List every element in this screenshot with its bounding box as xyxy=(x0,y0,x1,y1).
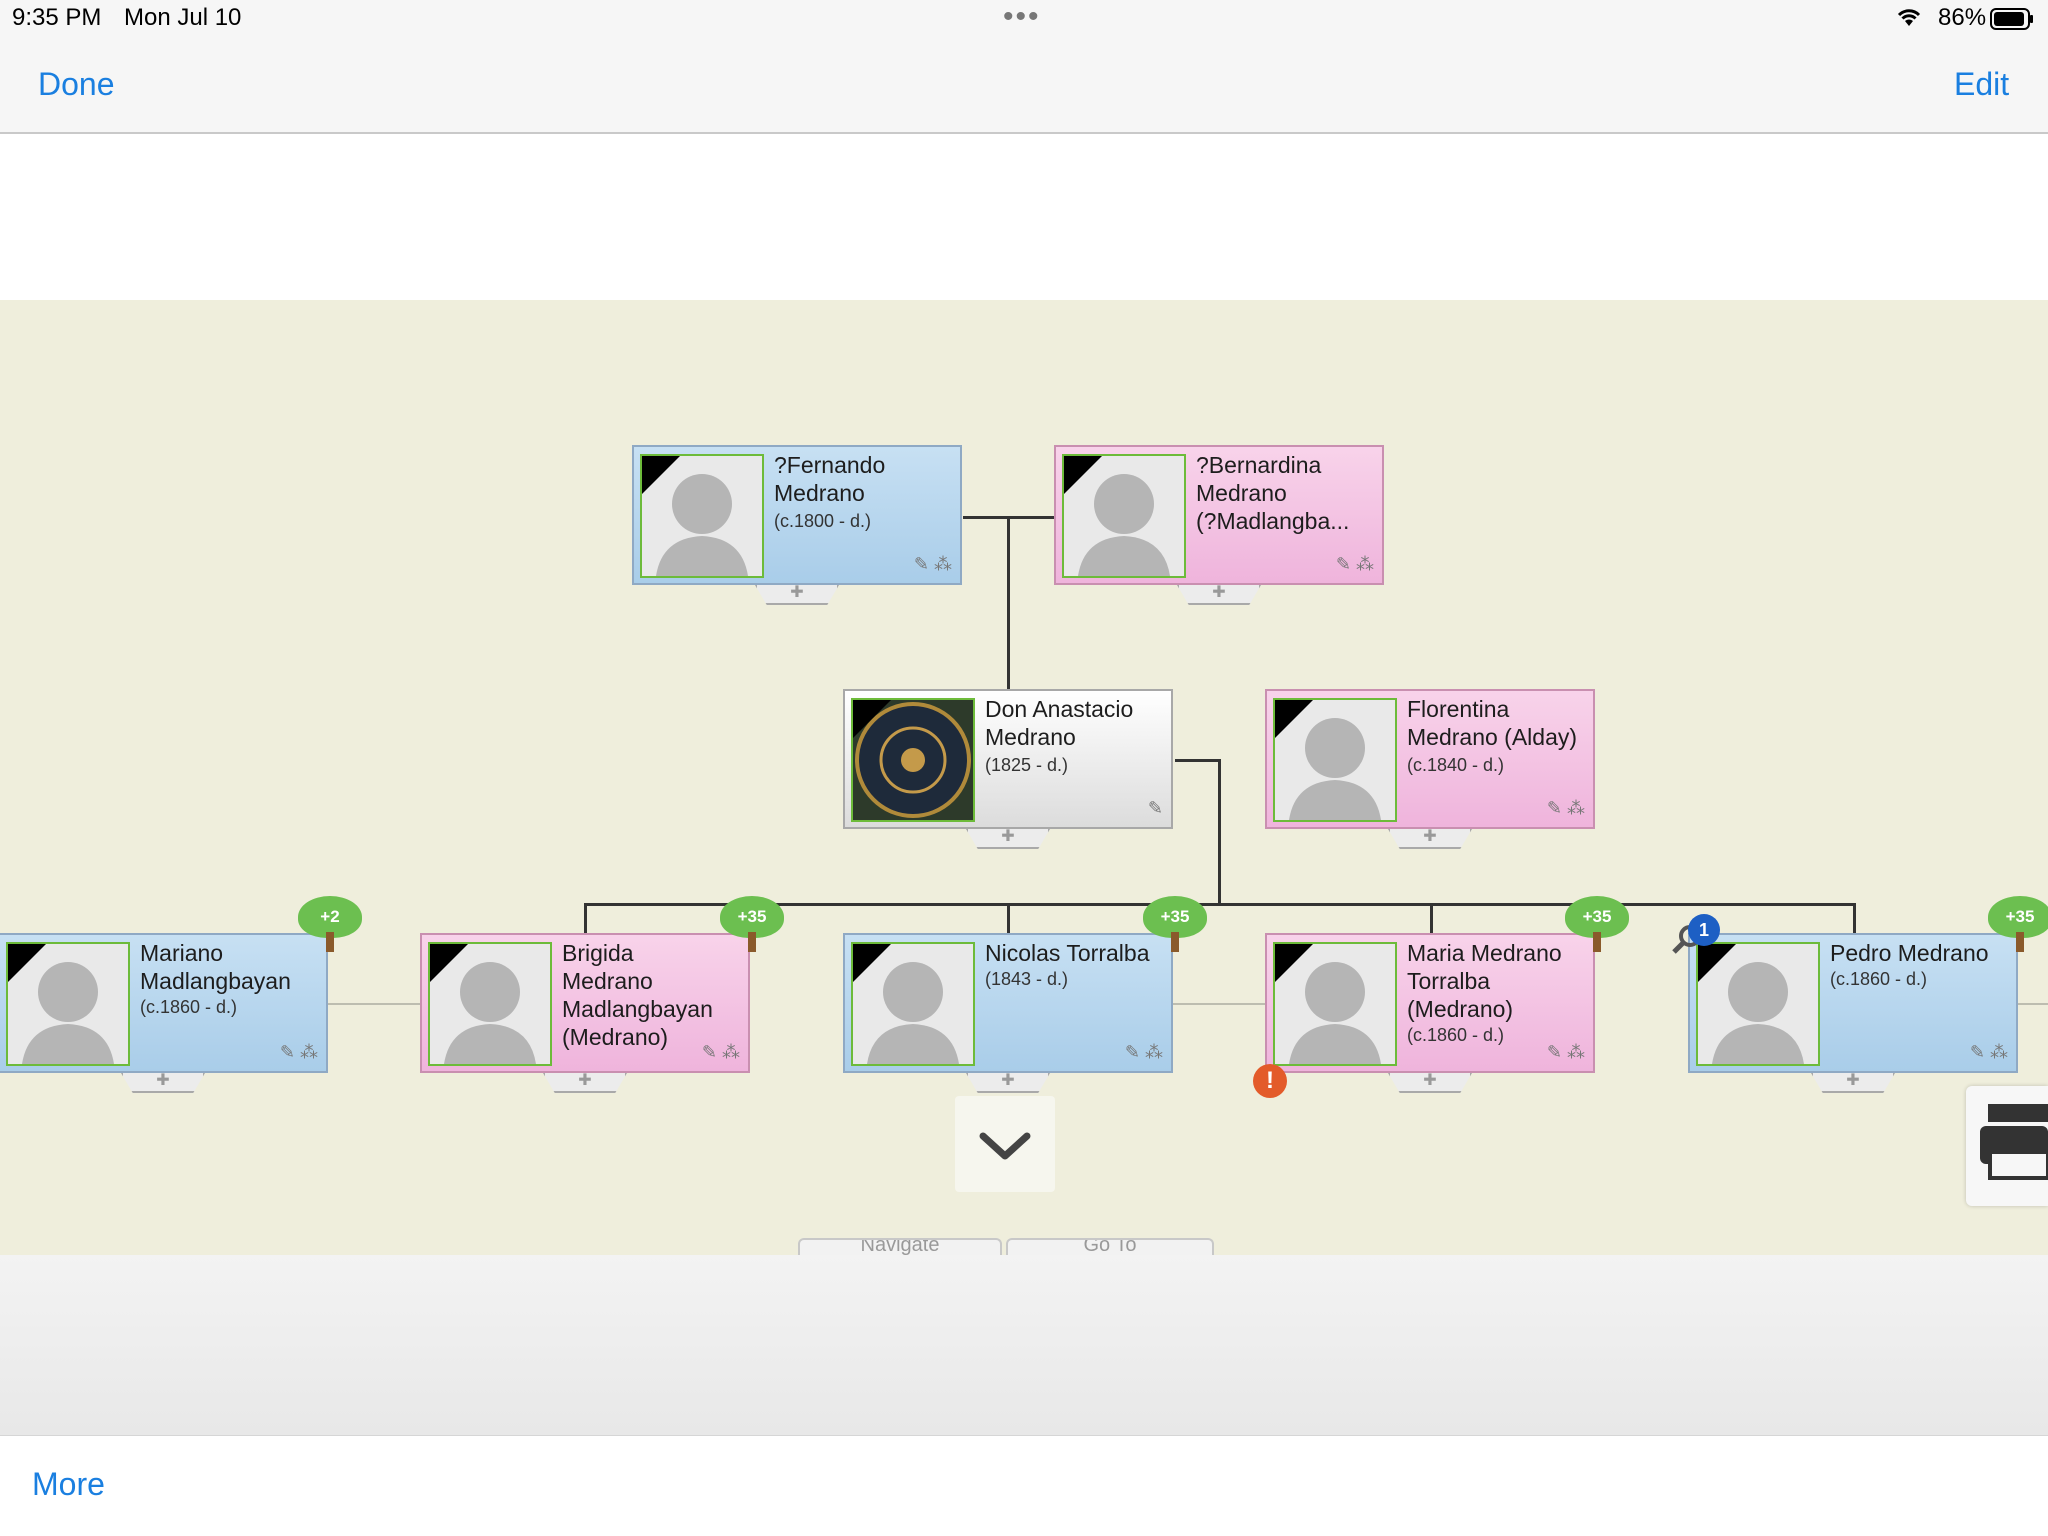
add-tab-icon[interactable]: ✚ xyxy=(1177,585,1261,605)
edit-pencil-icon[interactable]: ✎ ⁂ xyxy=(1547,798,1585,819)
family-tree-icon[interactable]: +35 xyxy=(1143,896,1207,952)
edit-button[interactable]: Edit xyxy=(1954,66,2009,103)
person-dates: (c.1840 - d.) xyxy=(1407,755,1505,775)
navigation-bar: Done Edit xyxy=(0,38,2048,134)
edit-pencil-icon[interactable]: ✎ ⁂ xyxy=(1547,1042,1585,1063)
seal-photo xyxy=(851,698,975,822)
edit-pencil-icon[interactable]: ✎ ⁂ xyxy=(1970,1042,2008,1063)
edit-pencil-icon[interactable]: ✎ ⁂ xyxy=(1336,554,1374,575)
silhouette-icon xyxy=(1273,942,1397,1066)
silhouette-icon xyxy=(1273,698,1397,822)
person-card-bernardina[interactable]: ?Bernardina Medrano (?Madlangba... ✎ ⁂ xyxy=(1054,445,1384,585)
add-tab-icon[interactable]: ✚ xyxy=(966,829,1050,849)
more-button[interactable]: More xyxy=(32,1466,105,1503)
person-card-brigida[interactable]: Brigida Medrano Madlangbayan (Medrano) ✎… xyxy=(420,933,750,1073)
spouse-line-1 xyxy=(328,1003,422,1005)
add-tab-icon[interactable]: ✚ xyxy=(755,585,839,605)
bottom-toolbar: More xyxy=(0,1436,2048,1536)
battery-percent: 86% xyxy=(1938,4,1987,31)
status-time: 9:35 PM xyxy=(12,4,102,31)
silhouette-icon xyxy=(428,942,552,1066)
wifi-icon xyxy=(1897,9,1921,26)
person-name: ?Fernando Medrano xyxy=(774,452,886,506)
child-stub-1 xyxy=(584,903,587,935)
collapse-button[interactable] xyxy=(955,1096,1055,1192)
deceased-marker xyxy=(1275,944,1313,982)
person-dates: (c.1860 - d.) xyxy=(140,997,238,1017)
person-card-anastacio[interactable]: Don Anastacio Medrano (1825 - d.) ✎ xyxy=(843,689,1173,829)
person-dates: (1825 - d.) xyxy=(985,755,1069,775)
person-card-nicolas[interactable]: Nicolas Torralba (1843 - d.) ✎ ⁂ xyxy=(843,933,1173,1073)
person-card-mariano[interactable]: Mariano Madlangbayan (c.1860 - d.) ✎ ⁂ xyxy=(0,933,328,1073)
child-stub-2 xyxy=(1007,903,1010,935)
silhouette-icon xyxy=(640,454,764,578)
deceased-marker xyxy=(1275,700,1313,738)
family-tree-icon[interactable]: +35 xyxy=(1988,896,2048,952)
done-button[interactable]: Done xyxy=(38,66,115,103)
add-tab-icon[interactable]: ✚ xyxy=(966,1073,1050,1093)
silhouette-icon xyxy=(1696,942,1820,1066)
child-stub-4 xyxy=(1853,903,1856,935)
deceased-marker xyxy=(430,944,468,982)
status-date: Mon Jul 10 xyxy=(124,4,242,31)
spouse-line-2 xyxy=(1173,1003,1269,1005)
person-card-florentina[interactable]: Florentina Medrano (Alday) (c.1840 - d.)… xyxy=(1265,689,1595,829)
children-drop-line xyxy=(1218,759,1221,905)
deceased-marker xyxy=(1064,456,1102,494)
print-icon xyxy=(1980,1104,2048,1180)
family-tree-icon[interactable]: +35 xyxy=(720,896,784,952)
person-dates: (c.1860 - d.) xyxy=(1407,1025,1505,1045)
person-card-maria[interactable]: Maria Medrano Torralba (Medrano) (c.1860… xyxy=(1265,933,1595,1073)
family-tree-icon[interactable]: +35 xyxy=(1565,896,1629,952)
edit-pencil-icon[interactable]: ✎ ⁂ xyxy=(914,554,952,575)
spouse-line-3 xyxy=(2018,1003,2048,1005)
person-card-pedro[interactable]: Pedro Medrano (c.1860 - d.) ✎ ⁂ xyxy=(1688,933,2018,1073)
deceased-marker xyxy=(8,944,46,982)
silhouette-icon xyxy=(6,942,130,1066)
edit-pencil-icon[interactable]: ✎ ⁂ xyxy=(702,1042,740,1063)
chevron-down-icon xyxy=(979,1132,1031,1160)
hint-count-badge: 1 xyxy=(1688,914,1720,946)
edit-pencil-icon[interactable]: ✎ xyxy=(1148,798,1163,819)
battery-icon xyxy=(1990,8,2033,30)
add-tab-icon[interactable]: ✚ xyxy=(1388,829,1472,849)
edit-pencil-icon[interactable]: ✎ ⁂ xyxy=(280,1042,318,1063)
add-tab-icon[interactable]: ✚ xyxy=(1811,1073,1895,1093)
person-card-fernando[interactable]: ?Fernando Medrano (c.1800 - d.) ✎ ⁂ xyxy=(632,445,962,585)
status-bar: 9:35 PM Mon Jul 10 ••• 86% xyxy=(0,0,2048,38)
couple-line-mid xyxy=(1175,759,1220,762)
parent-drop-line xyxy=(1007,516,1010,689)
silhouette-icon xyxy=(1062,454,1186,578)
deceased-marker xyxy=(853,700,891,738)
multitask-dots-icon[interactable]: ••• xyxy=(1003,0,1041,34)
person-name: Florentina Medrano (Alday) xyxy=(1407,696,1578,750)
add-tab-icon[interactable]: ✚ xyxy=(1388,1073,1472,1093)
person-name: Don Anastacio Medrano xyxy=(985,696,1134,750)
bottom-panel xyxy=(0,1255,2048,1437)
add-tab-icon[interactable]: ✚ xyxy=(543,1073,627,1093)
print-button[interactable] xyxy=(1966,1086,2048,1206)
person-dates: (1843 - d.) xyxy=(985,969,1069,989)
person-dates: (c.1860 - d.) xyxy=(1830,969,1928,989)
deceased-marker xyxy=(853,944,891,982)
person-name: Brigida Medrano Madlangbayan (Medrano) xyxy=(562,940,713,1050)
child-stub-3 xyxy=(1430,903,1433,935)
person-name: Maria Medrano Torralba (Medrano) xyxy=(1407,940,1562,1022)
person-dates: (c.1800 - d.) xyxy=(774,511,872,531)
add-tab-icon[interactable]: ✚ xyxy=(121,1073,205,1093)
person-name: ?Bernardina Medrano (?Madlangba... xyxy=(1196,452,1350,534)
silhouette-icon xyxy=(851,942,975,1066)
family-tree-icon[interactable]: +2 xyxy=(298,896,362,952)
blank-area xyxy=(0,134,2048,300)
deceased-marker xyxy=(642,456,680,494)
alert-icon[interactable]: ! xyxy=(1253,1064,1287,1098)
edit-pencil-icon[interactable]: ✎ ⁂ xyxy=(1125,1042,1163,1063)
